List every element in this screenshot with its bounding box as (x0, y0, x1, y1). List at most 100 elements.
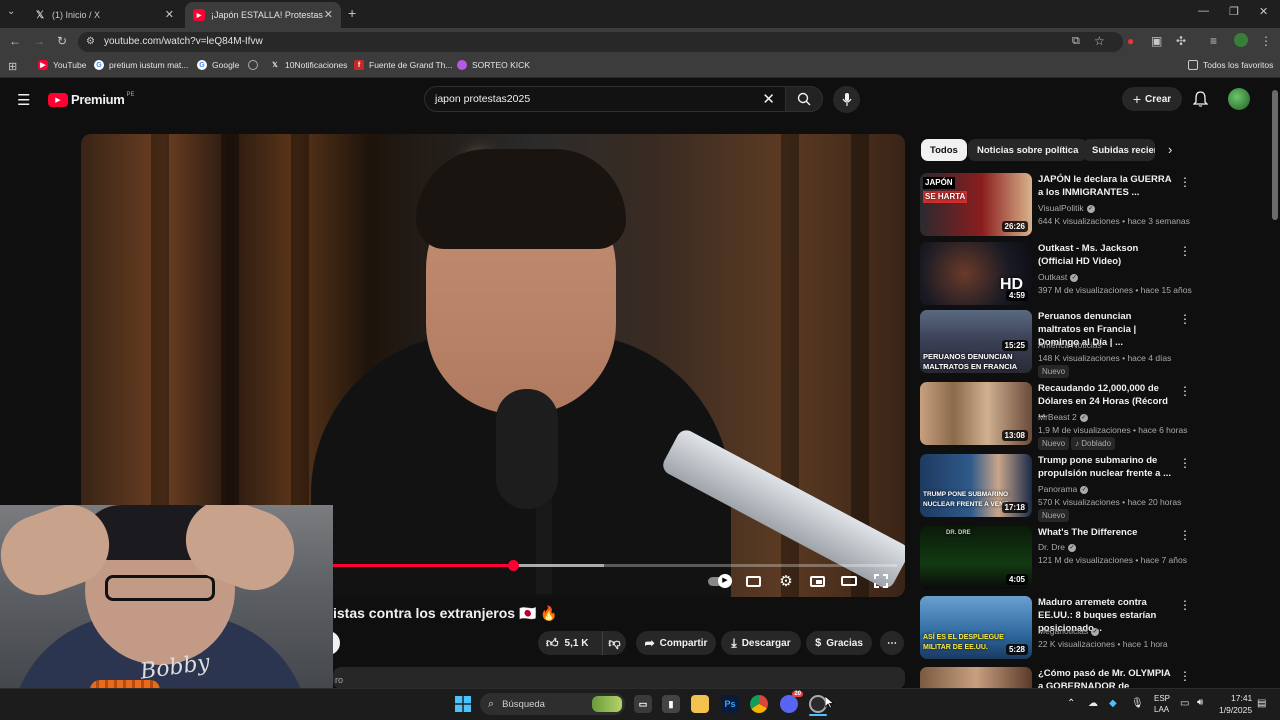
extension-icon[interactable]: ▣ (1151, 34, 1162, 48)
all-bookmarks[interactable]: Todos los favoritos (1188, 60, 1273, 70)
tray-microphone-icon[interactable]: 🎙︎ (1131, 698, 1144, 709)
url-text[interactable]: youtube.com/watch?v=leQ84M-Ifvw (104, 36, 263, 47)
youtube-logo[interactable]: ▶ Premium PE (48, 92, 135, 107)
window-close-icon[interactable]: ✕ (1259, 5, 1268, 18)
recommendation-item[interactable]: PERUANOS DENUNCIAN MALTRATOS EN FRANCIA … (920, 310, 1270, 378)
video-title[interactable]: ¿Cómo pasó de Mr. OLYMPIA a GOBERNADOR d… (1038, 667, 1173, 688)
video-thumbnail[interactable]: PERUANOS DENUNCIAN MALTRATOS EN FRANCIA … (920, 310, 1032, 373)
search-button[interactable] (785, 86, 823, 112)
share-button[interactable]: ➦ Compartir (636, 631, 716, 655)
channel-name[interactable]: Meganoticias ✓ (1038, 626, 1100, 636)
dislike-button[interactable]: 👎︎ (602, 631, 626, 655)
extensions-puzzle-icon[interactable]: ✣ (1176, 34, 1186, 48)
notification-center-icon[interactable]: ▤ (1257, 698, 1266, 709)
miniplayer-button[interactable] (809, 573, 825, 589)
video-thumbnail[interactable]: TRUMP PONE SUBMARINO NUCLEAR FRENTE A VE… (920, 454, 1032, 517)
chip-politics-news[interactable]: Noticias sobre política (968, 139, 1088, 161)
thanks-button[interactable]: $ Gracias (806, 631, 872, 655)
description-box[interactable]: ro (333, 667, 905, 689)
more-vertical-icon[interactable]: ⋮ (1179, 384, 1191, 398)
task-view-icon[interactable]: ▭ (634, 695, 652, 713)
more-vertical-icon[interactable]: ⋮ (1179, 244, 1191, 258)
media-control-icon[interactable]: ≡ (1210, 34, 1217, 48)
bookmark-globe[interactable] (248, 60, 263, 70)
clock-date[interactable]: 1/9/2025 (1219, 705, 1252, 715)
discord-icon[interactable]: 20 (780, 691, 803, 713)
chip-all[interactable]: Todos (921, 139, 967, 161)
extension-red-icon[interactable]: ● (1127, 34, 1134, 48)
maximize-icon[interactable]: ❐ (1229, 5, 1239, 18)
channel-name[interactable]: MrBeast 2 ✓ (1038, 412, 1088, 422)
new-tab-icon[interactable]: + (348, 5, 356, 21)
tray-overflow-icon[interactable]: ⌃ (1067, 698, 1075, 709)
video-thumbnail[interactable]: HD 4:59 (920, 242, 1032, 305)
tab-x-home[interactable]: 𝕏 (1) Inicio / X ✕ (26, 2, 182, 28)
keyboard-language-line2[interactable]: LAA (1154, 705, 1169, 714)
channel-name[interactable]: VisualPolitik ✓ (1038, 203, 1095, 213)
hamburger-menu-icon[interactable]: ☰ (17, 91, 30, 109)
recommendation-item[interactable]: DR. DRE 4:05 What's The Difference Dr. D… (920, 526, 1270, 590)
more-vertical-icon[interactable]: ⋮ (1179, 669, 1191, 683)
search-input[interactable]: japon protestas2025 ✕ (424, 86, 786, 112)
more-vertical-icon[interactable]: ⋮ (1179, 312, 1191, 326)
create-button[interactable]: + Crear (1122, 87, 1182, 111)
recommendation-item[interactable]: TRUMP PONE SUBMARINO NUCLEAR FRENTE A VE… (920, 454, 1270, 522)
volume-icon[interactable]: 🔊︎ (1197, 697, 1203, 708)
recommendation-item[interactable]: 13:08 Recaudando 12,000,000 de Dólares e… (920, 382, 1270, 450)
video-title[interactable]: Outkast - Ms. Jackson (Official HD Video… (1038, 242, 1173, 268)
bookmark-fuente[interactable]: f Fuente de Grand Th... (354, 60, 452, 70)
minimize-icon[interactable]: — (1198, 5, 1209, 17)
bookmark-notificaciones[interactable]: 𝕏 10Notificaciones (270, 60, 347, 70)
video-thumbnail[interactable]: 13:08 (920, 382, 1032, 445)
chrome-icon[interactable] (750, 695, 768, 713)
account-avatar[interactable] (1228, 88, 1250, 110)
keyboard-language-line1[interactable]: ESP (1154, 694, 1170, 703)
apps-grid-icon[interactable]: ⊞ (8, 60, 17, 73)
file-explorer-icon[interactable] (691, 695, 709, 713)
bookmark-pretium[interactable]: Gpretium iustum mat... (94, 60, 188, 70)
video-thumbnail[interactable]: DR. DRE 4:05 (920, 526, 1032, 589)
channel-name[interactable]: Dr. Dre ✓ (1038, 542, 1076, 552)
theater-mode-button[interactable] (841, 573, 857, 589)
more-actions-button[interactable]: ⋯ (880, 631, 904, 655)
channel-name[interactable]: Panorama ✓ (1038, 484, 1089, 494)
recommendation-item[interactable]: HD 4:59 Outkast - Ms. Jackson (Official … (920, 242, 1270, 306)
clock-time[interactable]: 17:41 (1231, 693, 1252, 703)
settings-button[interactable]: ⚙ (778, 573, 794, 590)
chevron-right-icon[interactable]: › (1168, 142, 1172, 157)
forward-icon[interactable]: → (33, 34, 45, 48)
profile-avatar-icon[interactable] (1234, 33, 1248, 47)
download-button[interactable]: ⤓ Descargar (721, 631, 801, 655)
scrollbar-thumb[interactable] (1272, 90, 1278, 220)
app-icon[interactable]: ▮ (662, 695, 680, 713)
subtitles-button[interactable] (745, 573, 761, 589)
channel-name[interactable]: América Noticias (1038, 340, 1102, 350)
fullscreen-button[interactable] (873, 573, 889, 589)
chip-recent-uploads[interactable]: Subidas recien (1083, 139, 1155, 161)
video-thumbnail[interactable]: ASÍ ES EL DESPLIEGUE MILITAR DE EE.UU. 5… (920, 596, 1032, 659)
close-icon[interactable]: ✕ (165, 8, 174, 21)
recommendation-item[interactable]: JAPÓN SE HARTA 26:26 JAPÓN le declara la… (920, 173, 1270, 237)
clear-search-icon[interactable]: ✕ (762, 90, 775, 108)
notifications-bell-icon[interactable] (1193, 91, 1208, 107)
channel-name[interactable]: Outkast ✓ (1038, 272, 1079, 282)
video-title[interactable]: JAPÓN le declara la GUERRA a los INMIGRA… (1038, 173, 1173, 199)
site-info-icon[interactable]: ⚙ (86, 36, 95, 47)
like-button[interactable]: 👍︎ 5,1 K (538, 631, 602, 655)
more-vertical-icon[interactable]: ⋮ (1179, 528, 1191, 542)
reload-icon[interactable]: ↻ (57, 34, 67, 48)
close-icon[interactable]: ✕ (324, 8, 333, 21)
recommendation-item[interactable]: ¿Cómo pasó de Mr. OLYMPIA a GOBERNADOR d… (920, 667, 1270, 688)
tray-app-icon[interactable]: ☁ (1088, 698, 1098, 709)
bookmark-star-icon[interactable]: ☆ (1094, 34, 1105, 48)
video-thumbnail[interactable] (920, 667, 1032, 688)
taskbar-search[interactable]: ⌕ Búsqueda (480, 693, 625, 715)
more-vertical-icon[interactable]: ⋮ (1179, 175, 1191, 189)
back-icon[interactable]: ← (9, 34, 21, 48)
tab-search-icon[interactable]: ⌄ (7, 6, 15, 17)
tab-youtube-video[interactable]: ▶ ¡Japón ESTALLA! Protestas nac ✕ (185, 2, 341, 28)
video-title[interactable]: Trump pone submarino de propulsión nucle… (1038, 454, 1173, 480)
autoplay-toggle[interactable]: ▶ (707, 573, 732, 589)
more-vertical-icon[interactable]: ⋮ (1179, 598, 1191, 612)
windows-start-icon[interactable] (454, 695, 472, 713)
